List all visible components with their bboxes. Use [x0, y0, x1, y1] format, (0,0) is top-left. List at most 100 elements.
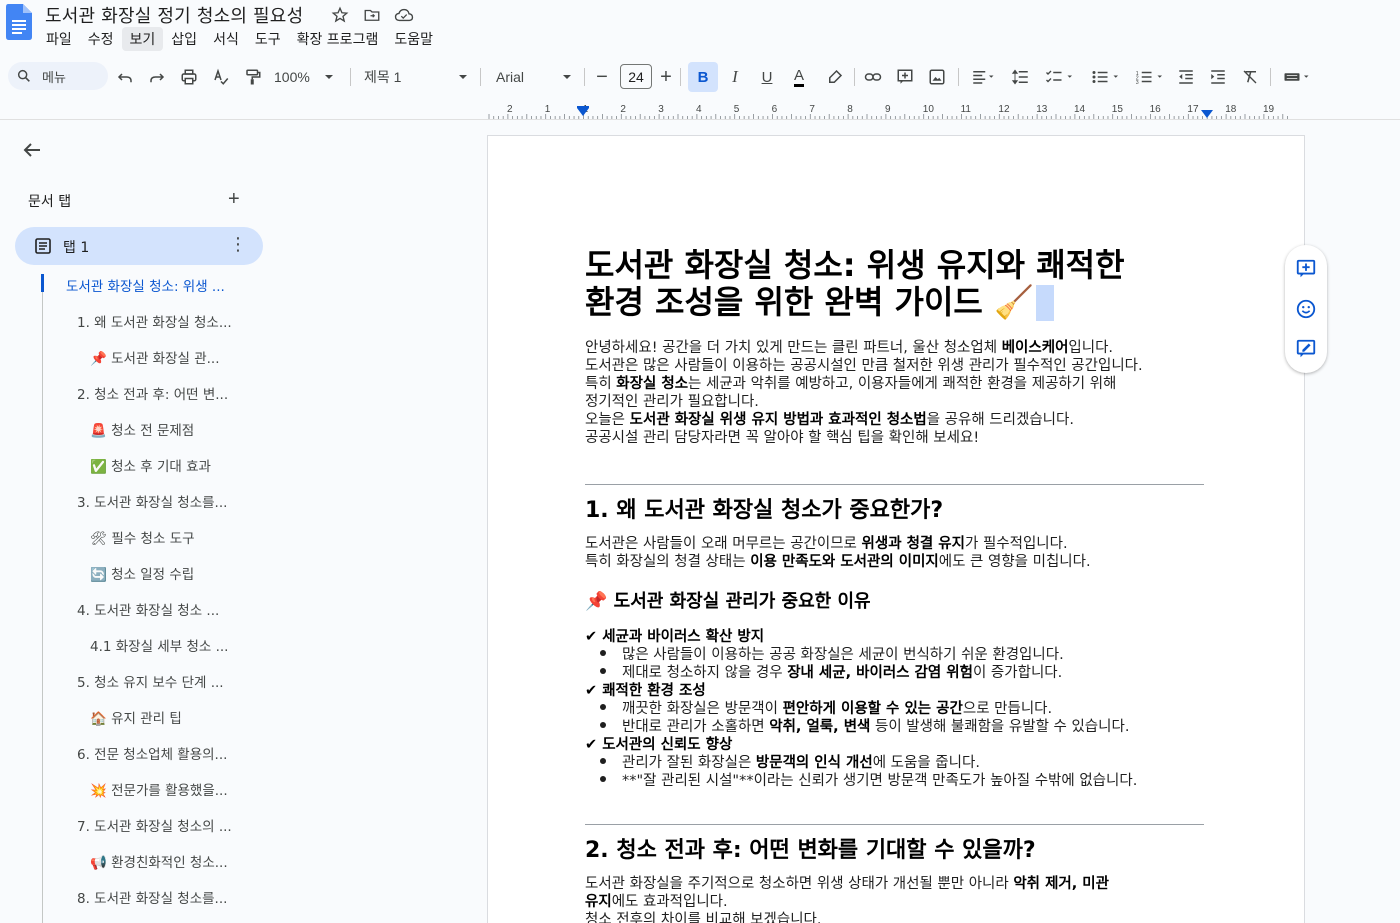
outline-item[interactable]: 📢 환경친화적인 청소...	[90, 851, 228, 871]
outline-guide-line	[42, 280, 43, 923]
document-title[interactable]: 도서관 화장실 정기 청소의 필요성	[45, 2, 303, 28]
outline-item[interactable]: 8. 도서관 화장실 청소를...	[77, 887, 227, 907]
menu-edit[interactable]: 수정	[80, 27, 122, 51]
more-vert-icon[interactable]: ⋮	[229, 234, 247, 255]
menu-search-label: 메뉴	[42, 69, 66, 85]
menu-format[interactable]: 서식	[205, 27, 247, 51]
add-comment-icon[interactable]	[1295, 258, 1317, 280]
undo-icon[interactable]	[114, 58, 136, 96]
ruler-number: 13	[1036, 104, 1048, 115]
outline-item[interactable]: 📌 도서관 화장실 관...	[90, 347, 220, 367]
menu-view[interactable]: 보기	[121, 27, 164, 51]
ruler-number: 14	[1074, 104, 1086, 115]
horizontal-ruler[interactable]: 2112345678910111213141516171819	[487, 100, 1307, 120]
insert-image-icon[interactable]	[926, 58, 948, 96]
increase-indent-icon[interactable]	[1206, 58, 1230, 96]
italic-button[interactable]: I	[724, 58, 746, 96]
outline-item[interactable]: 4.1 화장실 세부 청소 ...	[90, 635, 228, 655]
bold-button[interactable]: B	[688, 62, 718, 92]
toolbar-divider	[480, 68, 481, 86]
numbered-list-icon[interactable]: 123	[1130, 58, 1170, 96]
ruler-number: 10	[923, 104, 935, 115]
chevron-down-icon	[324, 75, 333, 79]
ruler-number: 16	[1150, 104, 1162, 115]
menu-file[interactable]: 파일	[38, 27, 80, 51]
underline-button[interactable]: U	[756, 58, 778, 96]
outline-item[interactable]: ✅ 청소 후 기대 효과	[90, 455, 211, 475]
bullet-item: **"잘 관리된 시설"**이라는 신뢰가 생기면 방문객 만족도가 높아질 수…	[600, 769, 1137, 790]
decrease-font-size-icon[interactable]: −	[594, 58, 610, 96]
star-icon[interactable]	[330, 5, 350, 25]
outline-item[interactable]: 💥 전문가를 활용했을...	[90, 779, 228, 799]
text-color-button[interactable]: A	[788, 58, 810, 96]
outline-item[interactable]: 7. 도서관 화장실 청소의 ...	[77, 815, 232, 835]
tab-1[interactable]: 탭 1 ⋮	[15, 227, 263, 265]
font-select[interactable]: Arial	[496, 58, 572, 96]
menu-search-box[interactable]: 메뉴	[8, 62, 108, 90]
align-select-icon[interactable]	[966, 58, 1000, 96]
decrease-indent-icon[interactable]	[1174, 58, 1198, 96]
search-icon	[17, 69, 30, 82]
outline-item[interactable]: 🛠 필수 청소 도구	[90, 527, 195, 547]
section-1-paragraph-2: 특히 화장실의 청결 상태는 이용 만족도와 도서관의 이미지에도 큰 영향을 …	[585, 554, 1091, 570]
add-emoji-reaction-icon[interactable]	[1295, 298, 1317, 320]
outline-item[interactable]: 2. 청소 전과 후: 어떤 변...	[77, 383, 228, 403]
outline-item[interactable]: 4. 도서관 화장실 청소 ...	[77, 599, 219, 619]
toolbar-divider	[958, 68, 959, 86]
menu-bar: 파일 수정 보기 삽입 서식 도구 확장 프로그램 도움말	[38, 27, 441, 51]
ruler-number: 8	[847, 104, 853, 115]
intro-line-1: 안녕하세요! 공간을 더 가치 있게 만드는 클린 파트너, 울산 청소업체 베…	[585, 340, 1114, 356]
clear-formatting-icon[interactable]	[1238, 58, 1262, 96]
checklist-icon[interactable]	[1040, 58, 1080, 96]
outline-item[interactable]: 6. 전문 청소업체 활용의...	[77, 743, 227, 763]
font-value: Arial	[496, 69, 525, 85]
tab-document-icon	[35, 238, 51, 254]
section-2-paragraph-2: 유지에도 효과적입니다.	[585, 894, 728, 910]
docs-logo-icon[interactable]	[6, 4, 32, 40]
ruler-number: 5	[734, 104, 740, 115]
ruler-number: 12	[998, 104, 1010, 115]
paint-format-icon[interactable]	[242, 58, 264, 96]
ruler-number: 2	[620, 104, 626, 115]
add-tab-icon[interactable]: +	[228, 188, 240, 211]
outline-item[interactable]: 🔄 청소 일정 수립	[90, 563, 194, 583]
text-selection-cursor	[1035, 285, 1054, 321]
input-tools-icon[interactable]	[1278, 58, 1318, 96]
cloud-saved-icon[interactable]	[394, 5, 414, 25]
bulleted-list-icon[interactable]	[1086, 58, 1126, 96]
ruler-number: 7	[809, 104, 815, 115]
redo-icon[interactable]	[146, 58, 168, 96]
first-line-indent-marker[interactable]	[577, 106, 589, 108]
ruler-number: 19	[1263, 104, 1275, 115]
increase-font-size-icon[interactable]: +	[658, 58, 674, 96]
menu-help[interactable]: 도움말	[386, 27, 441, 51]
menu-tools[interactable]: 도구	[247, 27, 289, 51]
outline-item[interactable]: 3. 도서관 화장실 청소를...	[77, 491, 227, 511]
document-heading-1[interactable]: 도서관 화장실 청소: 위생 유지와 쾌적한 환경 조성을 위한 완벽 가이드 …	[585, 247, 1185, 321]
ruler-number: 17	[1187, 104, 1199, 115]
spellcheck-icon[interactable]	[210, 58, 232, 96]
ruler-number: 4	[696, 104, 702, 115]
menu-insert[interactable]: 삽입	[163, 27, 205, 51]
outline-item[interactable]: 🚨 청소 전 문제점	[90, 419, 194, 439]
move-folder-icon[interactable]	[362, 5, 382, 25]
highlight-color-icon[interactable]	[824, 58, 846, 96]
zoom-select[interactable]: 100%	[274, 58, 344, 96]
suggest-edits-icon[interactable]	[1295, 338, 1317, 360]
outline-item[interactable]: 1. 왜 도서관 화장실 청소...	[77, 311, 232, 331]
outline-item[interactable]: 5. 청소 유지 보수 단계 ...	[77, 671, 224, 691]
line-spacing-icon[interactable]	[1008, 58, 1034, 96]
insert-link-icon[interactable]	[862, 58, 884, 96]
back-arrow-icon[interactable]	[20, 138, 44, 162]
add-comment-icon[interactable]	[894, 58, 916, 96]
menu-extensions[interactable]: 확장 프로그램	[289, 27, 387, 51]
print-icon[interactable]	[178, 58, 200, 96]
ruler-number: 9	[885, 104, 891, 115]
ruler-number: 18	[1225, 104, 1237, 115]
outline-item[interactable]: 🏠 유지 관리 팁	[90, 707, 182, 727]
svg-text:3: 3	[1136, 80, 1139, 86]
font-size-input[interactable]: 24	[620, 64, 652, 89]
outline-item[interactable]: 도서관 화장실 청소: 위생 ...	[66, 275, 225, 295]
paragraph-style-select[interactable]: 제목 1	[364, 58, 468, 96]
intro-line-6: 공공시설 관리 담당자라면 꼭 알아야 할 핵심 팁을 확인해 보세요!	[585, 430, 980, 446]
